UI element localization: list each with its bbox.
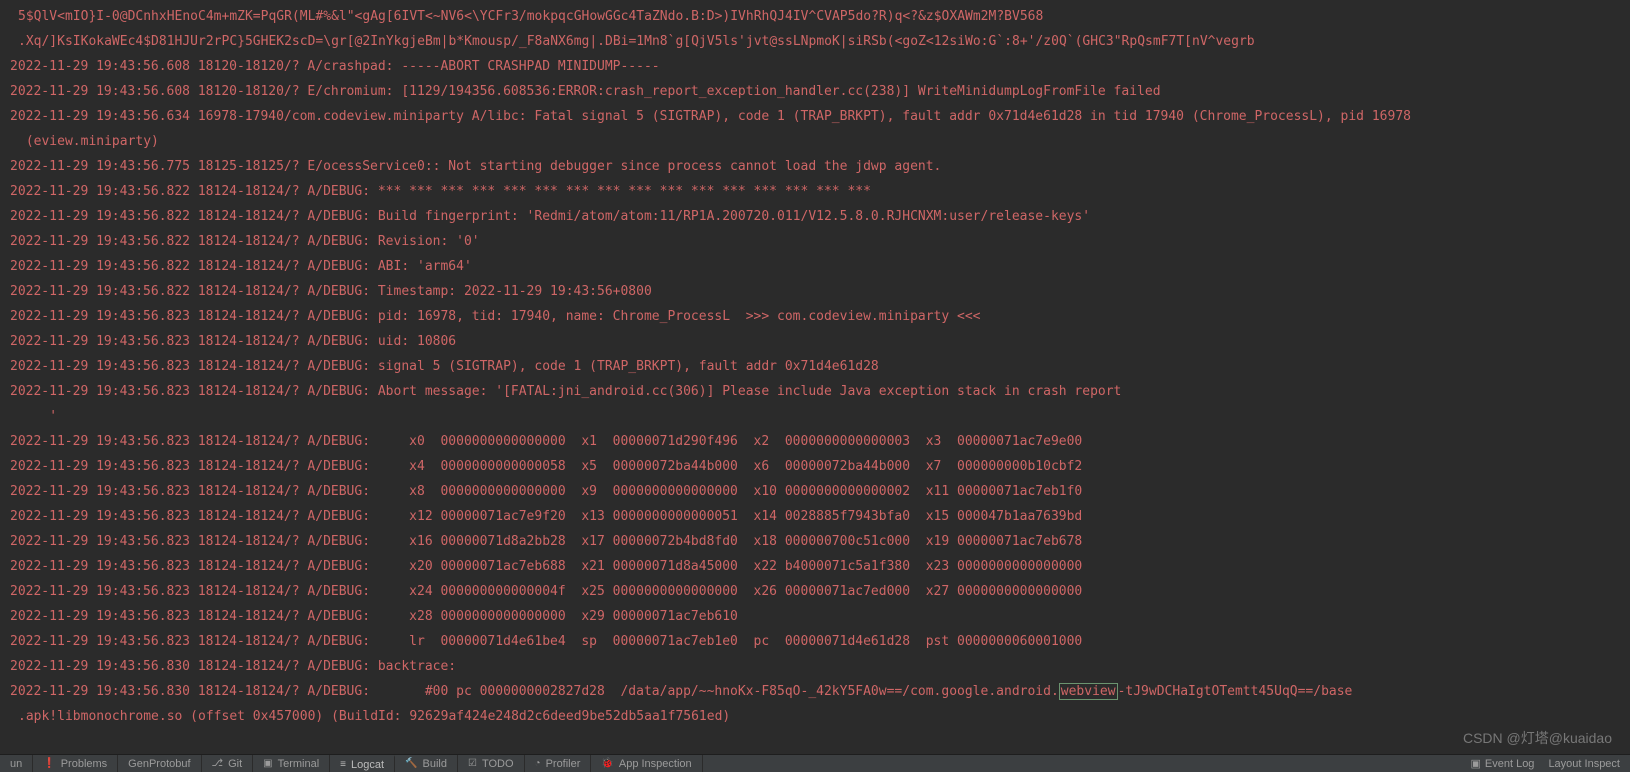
event-log-button[interactable]: ▣Event Log xyxy=(1470,757,1534,770)
log-line: 2022-11-29 19:43:56.830 18124-18124/? A/… xyxy=(10,679,1620,704)
layout-inspector-button[interactable]: Layout Inspect xyxy=(1548,758,1620,770)
logcat-icon: ≡ xyxy=(340,759,346,770)
log-line: 2022-11-29 19:43:56.823 18124-18124/? A/… xyxy=(10,604,1620,629)
log-line: 2022-11-29 19:43:56.823 18124-18124/? A/… xyxy=(10,429,1620,454)
warning-icon: ❗ xyxy=(43,758,55,769)
log-line: ' xyxy=(10,404,1620,429)
log-line: 2022-11-29 19:43:56.823 18124-18124/? A/… xyxy=(10,504,1620,529)
eventlog-icon: ▣ xyxy=(1470,757,1480,770)
log-line: 2022-11-29 19:43:56.823 18124-18124/? A/… xyxy=(10,454,1620,479)
logcat-output[interactable]: 5$QlV<mIO}I-0@DCnhxHEnoC4m+mZK=PqGR(ML#%… xyxy=(0,0,1630,754)
terminal-icon: ▣ xyxy=(263,758,272,769)
todo-icon: ☑ xyxy=(468,758,477,769)
watermark: CSDN @灯塔@kuaidao xyxy=(1463,728,1612,748)
tab-todo[interactable]: ☑TODO xyxy=(458,755,525,772)
tab-profiler[interactable]: ◔Profiler xyxy=(525,755,592,772)
build-icon: 🔨 xyxy=(405,758,417,769)
git-icon: ⎇ xyxy=(212,758,224,769)
tab-terminal[interactable]: ▣Terminal xyxy=(253,755,330,772)
log-line: 2022-11-29 19:43:56.775 18125-18125/? E/… xyxy=(10,154,1620,179)
tab-problems[interactable]: ❗Problems xyxy=(33,755,118,772)
log-line: 2022-11-29 19:43:56.822 18124-18124/? A/… xyxy=(10,204,1620,229)
log-line: 2022-11-29 19:43:56.822 18124-18124/? A/… xyxy=(10,254,1620,279)
log-line: 2022-11-29 19:43:56.608 18120-18120/? A/… xyxy=(10,54,1620,79)
tab-git[interactable]: ⎇Git xyxy=(202,755,254,772)
log-line: 2022-11-29 19:43:56.608 18120-18120/? E/… xyxy=(10,79,1620,104)
profiler-icon: ◔ xyxy=(535,758,541,769)
log-line: .apk!libmonochrome.so (offset 0x457000) … xyxy=(10,704,1620,729)
log-line: 5$QlV<mIO}I-0@DCnhxHEnoC4m+mZK=PqGR(ML#%… xyxy=(10,4,1620,29)
tab-genprotobuf[interactable]: GenProtobuf xyxy=(118,755,201,772)
tab-logcat[interactable]: ≡Logcat xyxy=(330,755,395,772)
log-line: 2022-11-29 19:43:56.822 18124-18124/? A/… xyxy=(10,179,1620,204)
bug-icon: 🐞 xyxy=(601,758,613,769)
tab-appinspection[interactable]: 🐞App Inspection xyxy=(591,755,702,772)
log-line: 2022-11-29 19:43:56.823 18124-18124/? A/… xyxy=(10,529,1620,554)
log-line: 2022-11-29 19:43:56.823 18124-18124/? A/… xyxy=(10,354,1620,379)
tab-run[interactable]: un xyxy=(0,755,33,772)
log-line: 2022-11-29 19:43:56.823 18124-18124/? A/… xyxy=(10,479,1620,504)
log-line: 2022-11-29 19:43:56.823 18124-18124/? A/… xyxy=(10,629,1620,654)
log-line: 2022-11-29 19:43:56.823 18124-18124/? A/… xyxy=(10,379,1620,404)
tab-build[interactable]: 🔨Build xyxy=(395,755,458,772)
log-line: 2022-11-29 19:43:56.823 18124-18124/? A/… xyxy=(10,554,1620,579)
log-line: 2022-11-29 19:43:56.823 18124-18124/? A/… xyxy=(10,579,1620,604)
log-line: 2022-11-29 19:43:56.823 18124-18124/? A/… xyxy=(10,304,1620,329)
log-line: 2022-11-29 19:43:56.823 18124-18124/? A/… xyxy=(10,329,1620,354)
log-line: 2022-11-29 19:43:56.822 18124-18124/? A/… xyxy=(10,229,1620,254)
log-line: 2022-11-29 19:43:56.830 18124-18124/? A/… xyxy=(10,654,1620,679)
log-line: 2022-11-29 19:43:56.634 16978-17940/com.… xyxy=(10,104,1620,129)
status-bar: un ❗Problems GenProtobuf ⎇Git ▣Terminal … xyxy=(0,754,1630,772)
log-line: 2022-11-29 19:43:56.822 18124-18124/? A/… xyxy=(10,279,1620,304)
log-line: .Xq/]KsIKokaWEc4$D81HJUr2rPC}5GHEK2scD=\… xyxy=(10,29,1620,54)
log-line: (eview.miniparty) xyxy=(10,129,1620,154)
